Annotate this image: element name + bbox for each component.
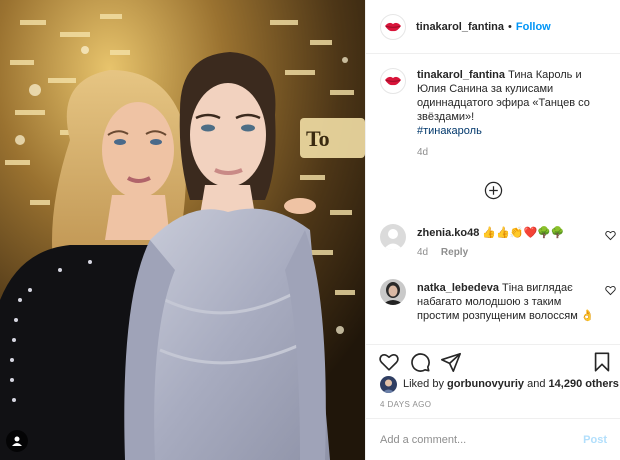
commenter-avatar[interactable] bbox=[380, 224, 406, 250]
caption-avatar[interactable] bbox=[380, 68, 406, 94]
liker-avatar[interactable] bbox=[380, 375, 397, 393]
heart-icon[interactable] bbox=[605, 230, 616, 241]
likes-prefix: Liked by bbox=[403, 378, 444, 390]
post-date[interactable]: 4 DAYS AGO bbox=[380, 400, 431, 409]
user-tag-icon[interactable] bbox=[6, 430, 28, 452]
post-photo[interactable]: To bbox=[0, 0, 365, 460]
comment-input[interactable] bbox=[380, 433, 584, 446]
caption-hashtag[interactable]: #тинакароль bbox=[417, 125, 482, 137]
heart-icon[interactable] bbox=[378, 351, 400, 373]
lips-icon bbox=[385, 76, 401, 86]
action-bar bbox=[366, 344, 620, 374]
comments-section: tinakarol_fantina Тина Кароль и Юлия Сан… bbox=[366, 54, 620, 344]
likes-connector: and bbox=[527, 378, 546, 390]
plus-circle-icon[interactable] bbox=[484, 181, 503, 200]
comment-time[interactable]: 4d bbox=[417, 247, 428, 258]
caption-time[interactable]: 4d bbox=[417, 147, 610, 158]
post-header: tinakarol_fantina • Follow bbox=[366, 0, 620, 54]
comment-username[interactable]: natka_lebedeva bbox=[417, 282, 499, 294]
comment-icon[interactable] bbox=[409, 351, 431, 373]
lips-icon bbox=[385, 22, 401, 31]
paper-plane-icon[interactable] bbox=[440, 351, 462, 373]
author-avatar[interactable] bbox=[380, 13, 406, 40]
author-username[interactable]: tinakarol_fantina bbox=[416, 21, 504, 33]
add-comment-bar: Post bbox=[366, 418, 620, 460]
likes-count[interactable]: 14,290 others bbox=[549, 378, 619, 390]
follow-button[interactable]: Follow bbox=[516, 21, 551, 33]
post-comment-button[interactable]: Post bbox=[583, 434, 607, 446]
post-caption: tinakarol_fantina Тина Кароль и Юлия Сан… bbox=[380, 68, 610, 158]
heart-icon[interactable] bbox=[605, 285, 616, 296]
likes-summary: Liked by gorbunovyuriy and 14,290 others bbox=[380, 375, 620, 393]
commenter-avatar[interactable] bbox=[380, 279, 406, 305]
liker-username[interactable]: gorbunovyuriy bbox=[447, 378, 524, 390]
separator-dot: • bbox=[508, 20, 512, 33]
post-details-panel: tinakarol_fantina • Follow tinakarol_fan… bbox=[365, 0, 620, 460]
comment-username[interactable]: zhenia.ko48 bbox=[417, 227, 479, 239]
svg-text:To: To bbox=[306, 126, 330, 151]
comment-text: 👍👍👏❤️🌳🌳 bbox=[482, 227, 565, 239]
caption-username[interactable]: tinakarol_fantina bbox=[417, 69, 505, 81]
bookmark-icon[interactable] bbox=[591, 351, 613, 373]
reply-button[interactable]: Reply bbox=[441, 247, 468, 258]
comment-item: natka_lebedeva Тіна виглядає набагато мо… bbox=[380, 279, 616, 323]
comment-item: zhenia.ko48 👍👍👏❤️🌳🌳 4d Reply bbox=[380, 224, 616, 258]
photo-illustration: To bbox=[0, 0, 365, 460]
